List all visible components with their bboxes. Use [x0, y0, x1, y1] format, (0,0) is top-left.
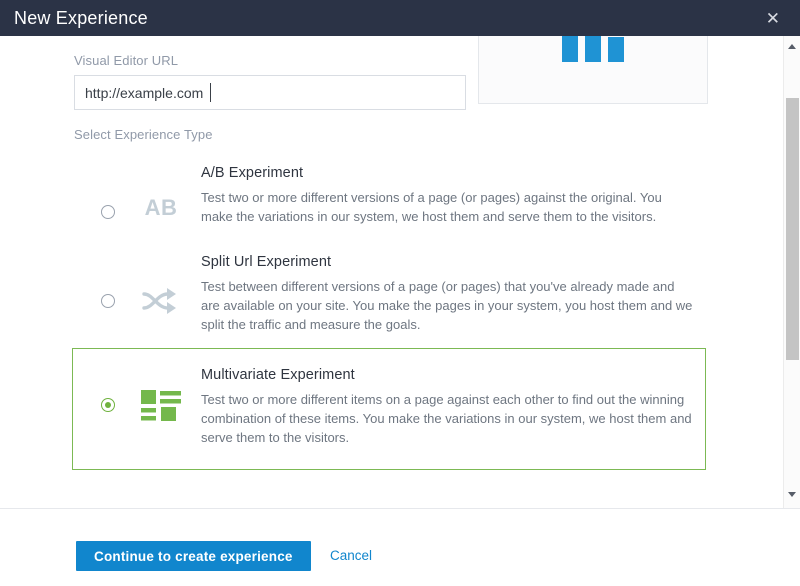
text-cursor	[210, 83, 211, 102]
chart-bar	[562, 36, 578, 62]
preview-card	[478, 36, 708, 104]
close-icon[interactable]: ✕	[762, 8, 784, 29]
radio-split-url-experiment[interactable]	[101, 294, 115, 308]
visual-editor-url-label: Visual Editor URL	[74, 53, 179, 68]
cancel-link[interactable]: Cancel	[330, 548, 372, 563]
new-experience-modal: New Experience ✕ Visual Editor URL http:…	[0, 0, 800, 586]
chevron-down-icon[interactable]	[784, 486, 800, 503]
option-ab-experiment[interactable]: AB A/B Experiment Test two or more diffe…	[72, 151, 706, 240]
radio-ab-experiment[interactable]	[101, 205, 115, 219]
modal-body: Visual Editor URL Select Experience Type…	[0, 36, 800, 508]
experience-type-options: AB A/B Experiment Test two or more diffe…	[72, 151, 706, 470]
vertical-scrollbar[interactable]	[783, 36, 800, 508]
experience-type-label: Select Experience Type	[74, 127, 213, 142]
modal-titlebar: New Experience ✕	[0, 0, 800, 36]
option-multivariate-experiment[interactable]: Multivariate Experiment Test two or more…	[72, 348, 706, 470]
scrollbar-thumb[interactable]	[786, 98, 799, 360]
option-ab-text: A/B Experiment Test two or more differen…	[191, 165, 693, 226]
radio-multivariate-experiment[interactable]	[101, 398, 115, 412]
modal-footer: Continue to create experience Cancel	[0, 508, 800, 586]
modal-title: New Experience	[14, 8, 148, 28]
ab-icon-label: AB	[144, 195, 178, 220]
visual-editor-url-input[interactable]	[74, 75, 466, 110]
chart-bar	[585, 36, 601, 62]
multivariate-grid-icon	[131, 389, 191, 423]
bar-chart-icon	[562, 36, 624, 62]
option-split-url-experiment[interactable]: Split Url Experiment Test between differ…	[72, 240, 706, 348]
option-split-url-text: Split Url Experiment Test between differ…	[191, 254, 693, 334]
visual-editor-url-input-wrap	[74, 75, 466, 110]
option-ab-title: A/B Experiment	[201, 165, 304, 181]
chevron-up-icon[interactable]	[784, 38, 800, 55]
option-multivariate-text: Multivariate Experiment Test two or more…	[191, 367, 693, 447]
continue-to-create-experience-button[interactable]: Continue to create experience	[76, 541, 311, 571]
option-split-url-title: Split Url Experiment	[201, 254, 332, 270]
split-arrows-icon	[131, 284, 191, 318]
option-ab-description: Test two or more different versions of a…	[201, 190, 662, 224]
option-split-url-description: Test between different versions of a pag…	[201, 279, 693, 332]
chart-bar	[608, 37, 624, 62]
option-multivariate-description: Test two or more different items on a pa…	[201, 392, 692, 445]
option-multivariate-title: Multivariate Experiment	[201, 367, 355, 383]
visual-editor-url-field: Visual Editor URL	[74, 53, 466, 110]
ab-icon: AB	[131, 195, 191, 221]
